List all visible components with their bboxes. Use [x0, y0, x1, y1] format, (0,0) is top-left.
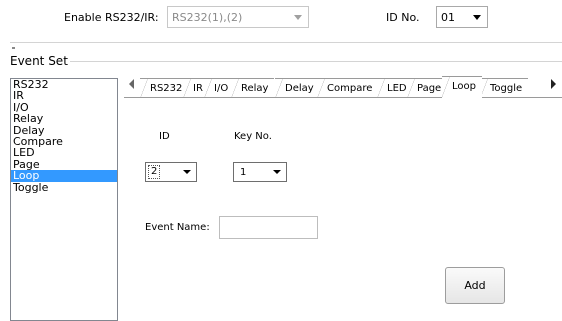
event-type-list[interactable]: RS232 IR I/O Relay Delay Compare LED Pag… [10, 78, 118, 321]
tab-toggle[interactable]: Toggle [480, 78, 529, 99]
add-button[interactable]: Add [445, 267, 505, 304]
chevron-down-icon [183, 170, 191, 174]
chevron-down-icon [473, 15, 481, 20]
loop-tab-panel: ID Key No. 2 1 Event Name: Add [124, 97, 562, 321]
tab-io[interactable]: I/O [204, 78, 235, 99]
loop-id-select[interactable]: 2 [145, 162, 197, 182]
tab-delay[interactable]: Delay [275, 78, 320, 99]
list-item[interactable]: Toggle [11, 181, 117, 193]
loop-key-label: Key No. [234, 131, 272, 142]
loop-key-value: 1 [240, 166, 247, 178]
tab-compare[interactable]: Compare [317, 78, 379, 99]
loop-id-label: ID [159, 131, 170, 142]
chevron-down-icon [273, 170, 281, 174]
enable-rs232-ir-label: Enable RS232/IR: [64, 11, 159, 24]
event-set-title: Event Set [10, 54, 68, 68]
tab-relay[interactable]: Relay [231, 78, 275, 99]
id-no-label: ID No. [386, 11, 420, 24]
triangle-left-icon[interactable] [129, 79, 134, 89]
enable-rs232-ir-value: RS232(1),(2) [172, 10, 243, 24]
event-name-input[interactable] [219, 216, 318, 239]
grip-dot [12, 47, 15, 49]
tab-rs232[interactable]: RS232 [140, 78, 189, 99]
list-item-selected[interactable]: Loop [11, 170, 117, 182]
enable-rs232-ir-select[interactable]: RS232(1),(2) [167, 6, 309, 28]
loop-key-select[interactable]: 1 [233, 162, 287, 182]
list-item[interactable]: RS232 [11, 79, 117, 91]
triangle-right-icon[interactable] [551, 79, 556, 89]
loop-id-value: 2 [148, 165, 161, 179]
tab-strip: RS232 IR I/O Relay Delay Compare LED Pag… [124, 76, 562, 99]
group-frame-line [70, 61, 562, 62]
separator [10, 42, 562, 43]
chevron-down-icon [294, 15, 302, 20]
id-no-value: 01 [441, 10, 455, 24]
tab-loop[interactable]: Loop [442, 76, 482, 98]
id-no-select[interactable]: 01 [436, 6, 488, 28]
event-name-label: Event Name: [145, 222, 210, 233]
list-item[interactable]: Relay [11, 113, 117, 125]
